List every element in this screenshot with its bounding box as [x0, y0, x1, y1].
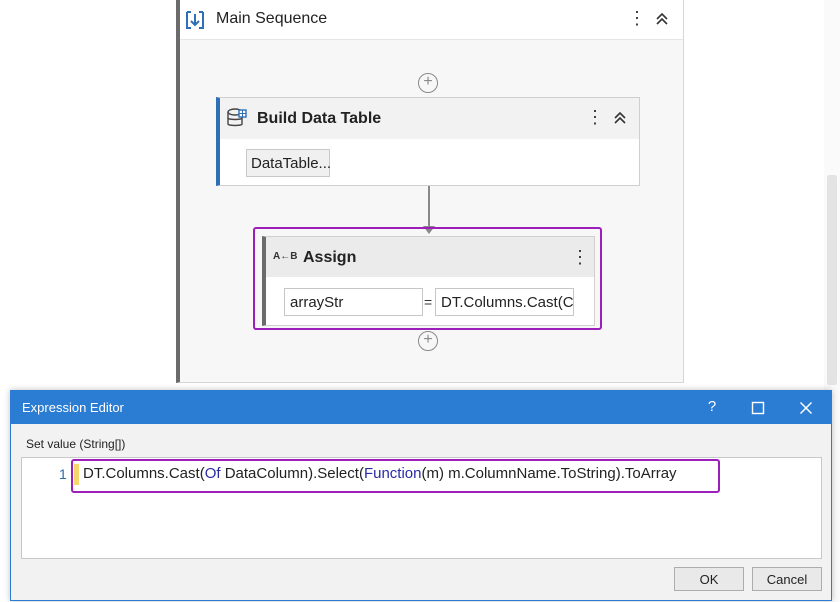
code-highlight-box [71, 459, 720, 493]
cancel-button[interactable]: Cancel [752, 567, 822, 591]
data-table-icon [227, 108, 247, 127]
add-activity-icon[interactable]: + [418, 331, 438, 351]
kebab-menu-icon[interactable]: ⋮ [628, 9, 646, 27]
set-value-label: Set value (String[]) [26, 437, 126, 451]
scrollbar-thumb[interactable] [827, 175, 837, 385]
assign-equals-sign: = [424, 294, 433, 310]
close-icon[interactable] [799, 401, 813, 415]
sequence-icon [186, 11, 204, 29]
assign-to-field[interactable]: arrayStr [284, 288, 423, 316]
dialog-title: Expression Editor [22, 400, 124, 415]
assign-title: Assign [303, 249, 357, 266]
build-data-table-title: Build Data Table [257, 110, 382, 127]
kebab-menu-icon[interactable]: ⋮ [586, 108, 604, 126]
connector-line [428, 186, 430, 228]
line-number: 1 [59, 466, 67, 482]
ok-button[interactable]: OK [674, 567, 744, 591]
main-sequence-title: Main Sequence [216, 10, 328, 27]
datatable-editor-button[interactable]: DataTable... [246, 149, 331, 177]
assign-value-field[interactable]: DT.Columns.Cast(C [435, 288, 574, 316]
collapse-icon[interactable] [612, 110, 628, 126]
assign-icon: A←B [273, 251, 298, 262]
collapse-icon[interactable] [654, 11, 670, 27]
maximize-icon[interactable] [751, 401, 765, 415]
help-button[interactable]: ? [700, 398, 724, 415]
add-activity-icon[interactable]: + [418, 73, 438, 93]
expression-editor-dialog: Expression Editor ? Set value (String[])… [10, 390, 832, 601]
kebab-menu-icon[interactable]: ⋮ [571, 248, 589, 266]
